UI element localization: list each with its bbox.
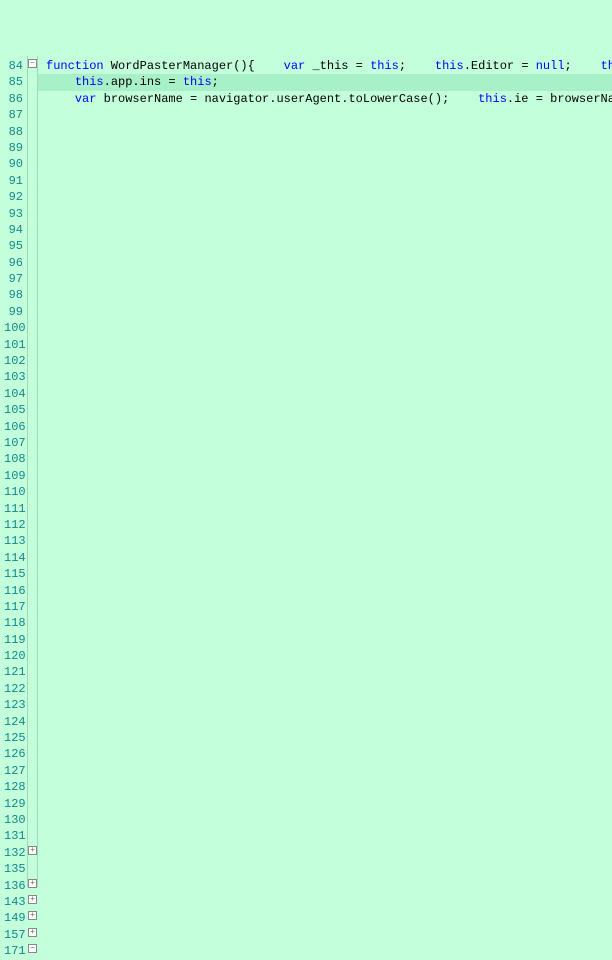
line-number: 109 xyxy=(4,468,23,484)
line-number: 97 xyxy=(4,271,23,287)
code-line[interactable]: var _this = this; xyxy=(255,59,406,73)
line-number: 92 xyxy=(4,189,23,205)
line-number: 121 xyxy=(4,664,23,680)
line-number: 87 xyxy=(4,107,23,123)
line-number: 85 xyxy=(4,74,23,90)
line-number: 111 xyxy=(4,501,23,517)
line-number: 128 xyxy=(4,779,23,795)
code-line[interactable]: this.ie = browserName.indexOf("msie") > … xyxy=(449,92,612,106)
line-number: 102 xyxy=(4,353,23,369)
line-number: 130 xyxy=(4,812,23,828)
fold-toggle[interactable]: + xyxy=(28,928,37,937)
line-number: 127 xyxy=(4,763,23,779)
line-number: 136 xyxy=(4,878,23,894)
line-number: 91 xyxy=(4,173,23,189)
code-line[interactable]: var browserName = navigator.userAgent.to… xyxy=(46,92,449,106)
line-number: 84 xyxy=(4,58,23,74)
line-number: 135 xyxy=(4,861,23,877)
code-editor: 8485868788899091929394959697989910010110… xyxy=(0,56,612,887)
line-number: 104 xyxy=(4,386,23,402)
line-number: 126 xyxy=(4,746,23,762)
fold-toggle[interactable]: + xyxy=(28,846,37,855)
line-number-gutter: 8485868788899091929394959697989910010110… xyxy=(0,56,28,887)
line-number: 125 xyxy=(4,730,23,746)
code-line[interactable]: this.Fields = {}; //符合信息 xyxy=(572,59,612,73)
line-number: 113 xyxy=(4,533,23,549)
line-number: 117 xyxy=(4,599,23,615)
line-number: 132 xyxy=(4,845,23,861)
line-number: 110 xyxy=(4,484,23,500)
line-number: 119 xyxy=(4,632,23,648)
line-number: 86 xyxy=(4,91,23,107)
line-number: 95 xyxy=(4,238,23,254)
line-number: 103 xyxy=(4,369,23,385)
fold-toggle[interactable]: + xyxy=(28,879,37,888)
line-number: 129 xyxy=(4,796,23,812)
code-line[interactable]: function WordPasterManager() xyxy=(46,59,248,73)
line-number: 114 xyxy=(4,550,23,566)
line-number: 124 xyxy=(4,714,23,730)
fold-column[interactable]: − + ++++− xyxy=(28,56,38,887)
code-area[interactable]: function WordPasterManager(){ var _this … xyxy=(38,56,612,887)
line-number: 120 xyxy=(4,648,23,664)
line-number: 106 xyxy=(4,419,23,435)
line-number: 101 xyxy=(4,337,23,353)
code-line[interactable]: this.Editor = null; xyxy=(406,59,572,73)
line-number: 115 xyxy=(4,566,23,582)
line-number: 100 xyxy=(4,320,23,336)
line-number: 171 xyxy=(4,943,23,959)
line-number: 88 xyxy=(4,124,23,140)
fold-toggle[interactable]: − xyxy=(28,944,37,953)
line-number: 143 xyxy=(4,894,23,910)
line-number: 96 xyxy=(4,255,23,271)
line-number: 94 xyxy=(4,222,23,238)
line-number: 105 xyxy=(4,402,23,418)
line-number: 93 xyxy=(4,206,23,222)
line-number: 107 xyxy=(4,435,23,451)
line-number: 98 xyxy=(4,287,23,303)
line-number: 116 xyxy=(4,583,23,599)
code-line[interactable]: { xyxy=(248,59,255,73)
fold-toggle[interactable]: + xyxy=(28,911,37,920)
line-number: 89 xyxy=(4,140,23,156)
line-number: 90 xyxy=(4,156,23,172)
line-number: 108 xyxy=(4,451,23,467)
line-number: 149 xyxy=(4,910,23,926)
line-number: 112 xyxy=(4,517,23,533)
fold-toggle[interactable]: − xyxy=(28,59,37,68)
line-number: 122 xyxy=(4,681,23,697)
fold-toggle[interactable]: + xyxy=(28,895,37,904)
line-number: 118 xyxy=(4,615,23,631)
line-number: 99 xyxy=(4,304,23,320)
code-line[interactable]: this.app.ins = this; xyxy=(38,74,612,90)
line-number: 157 xyxy=(4,927,23,943)
line-number: 123 xyxy=(4,697,23,713)
